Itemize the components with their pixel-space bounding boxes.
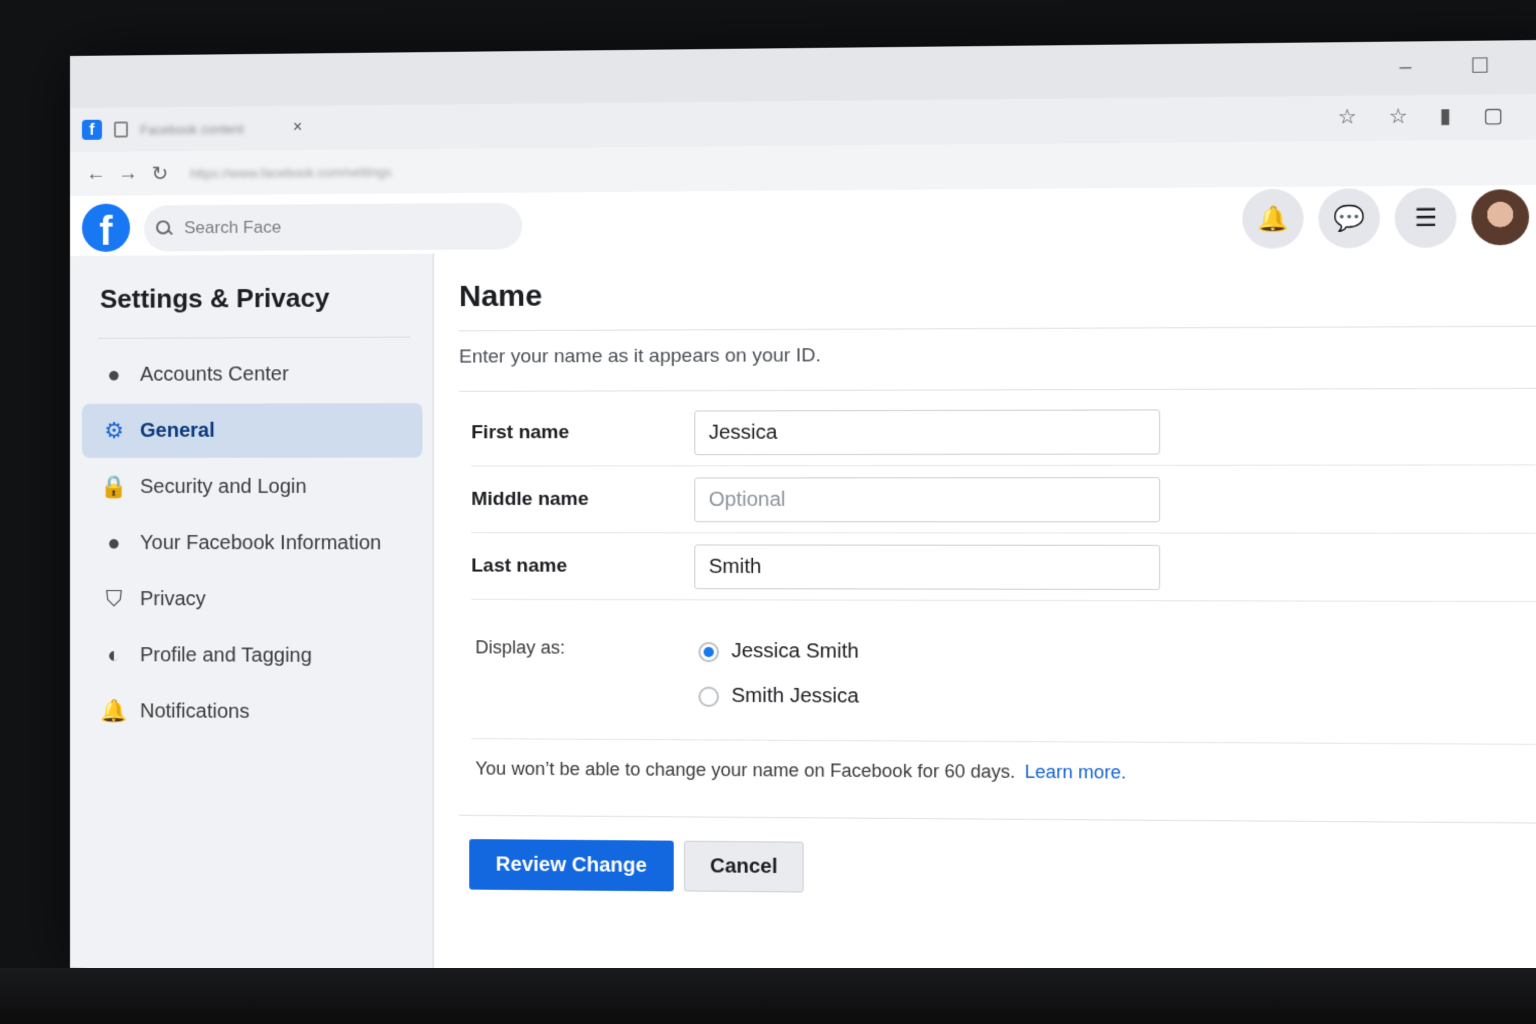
search-box[interactable] bbox=[144, 202, 523, 252]
sidebar-item-label: Profile and Tagging bbox=[140, 643, 312, 667]
settings-sidebar: Settings & Privacy ● Accounts Center ⚙ G… bbox=[70, 253, 434, 972]
display-option-smith-jessica[interactable]: Smith Jessica bbox=[698, 684, 859, 709]
bell-icon: 🔔 bbox=[100, 698, 128, 724]
window-close-button[interactable]: ✕ bbox=[1531, 50, 1536, 81]
sidebar-item-label: Security and Login bbox=[140, 475, 307, 498]
facebook-favicon-icon: f bbox=[81, 119, 102, 140]
forward-icon[interactable]: → bbox=[112, 162, 144, 185]
sidebar-item-label: Accounts Center bbox=[140, 362, 289, 386]
name-settings-panel: Name Enter your name as it appears on yo… bbox=[434, 246, 1536, 985]
back-icon[interactable]: ← bbox=[80, 162, 112, 185]
last-name-input[interactable] bbox=[694, 544, 1161, 590]
middle-name-row: Middle name bbox=[471, 466, 1536, 534]
display-option-label: Smith Jessica bbox=[731, 684, 859, 708]
star-icon[interactable]: ☆ bbox=[1389, 103, 1408, 129]
display-option-label: Jessica Smith bbox=[731, 639, 859, 663]
sidebar-item-general[interactable]: ⚙ General bbox=[81, 403, 423, 458]
radio-selected[interactable] bbox=[698, 641, 720, 662]
facebook-logo-icon[interactable]: f bbox=[81, 203, 131, 252]
divider bbox=[459, 387, 1536, 392]
sidebar-item-privacy[interactable]: ⛉ Privacy bbox=[82, 572, 422, 627]
middle-name-input[interactable] bbox=[694, 477, 1161, 523]
maximize-button[interactable]: ☐ bbox=[1459, 51, 1502, 82]
browser-window: – ☐ ✕ f Facebook content × ☆ ☆ ▮ ▢ ⋮ ← →… bbox=[70, 39, 1536, 985]
divider bbox=[97, 336, 411, 339]
first-name-row: First name bbox=[471, 398, 1536, 467]
page-title: Name bbox=[459, 279, 543, 314]
first-name-input[interactable] bbox=[694, 409, 1161, 456]
cancel-button[interactable]: Cancel bbox=[684, 840, 804, 893]
page-subtitle: Enter your name as it appears on your ID… bbox=[459, 345, 821, 368]
account-icon: ● bbox=[107, 530, 121, 556]
review-change-button[interactable]: Review Change bbox=[469, 839, 674, 892]
display-as-row: Display as: Jessica Smith Smith Jessica bbox=[471, 619, 1536, 745]
name-change-notice: You won’t be able to change your name on… bbox=[475, 758, 1126, 783]
avatar[interactable] bbox=[1471, 189, 1530, 246]
menu-icon[interactable]: ☰ bbox=[1394, 187, 1457, 248]
sidebar-title: Settings & Privacy bbox=[99, 282, 330, 314]
reload-icon[interactable]: ↻ bbox=[144, 161, 176, 186]
messenger-icon[interactable]: 💬 bbox=[1318, 188, 1381, 249]
sidebar-item-notifications[interactable]: 🔔 Notifications bbox=[82, 684, 422, 740]
sidebar-item-profile-and-tagging[interactable]: ◐ Profile and Tagging bbox=[82, 628, 422, 683]
facebook-header: f 🔔 💬 ☰ ▼ bbox=[70, 184, 1536, 257]
bookmark-icon[interactable]: ▮ bbox=[1440, 103, 1452, 129]
sidebar-item-accounts-center[interactable]: ● Accounts Center bbox=[82, 347, 422, 402]
screen-bezel bbox=[0, 968, 1536, 1024]
tab-title[interactable]: Facebook content bbox=[140, 121, 251, 137]
first-name-label: First name bbox=[471, 421, 570, 444]
window-icon[interactable]: ▢ bbox=[1483, 102, 1503, 128]
minimize-button[interactable]: – bbox=[1384, 52, 1427, 83]
sidebar-item-label: General bbox=[140, 419, 215, 442]
radio-unselected[interactable] bbox=[698, 686, 720, 707]
profile-tag-icon: ◐ bbox=[107, 642, 121, 668]
learn-more-link[interactable]: Learn more. bbox=[1025, 762, 1127, 783]
lock-icon: 🔒 bbox=[100, 473, 128, 499]
sidebar-item-label: Privacy bbox=[140, 587, 206, 610]
sidebar-item-security-and-login[interactable]: 🔒 Security and Login bbox=[82, 460, 422, 514]
divider bbox=[459, 325, 1536, 332]
shield-icon: ⛉ bbox=[105, 586, 123, 612]
last-name-label: Last name bbox=[471, 555, 568, 577]
search-icon bbox=[156, 220, 172, 236]
bell-icon[interactable]: 🔔 bbox=[1242, 188, 1304, 249]
display-option-jessica-smith[interactable]: Jessica Smith bbox=[698, 639, 859, 664]
star-icon[interactable]: ☆ bbox=[1338, 104, 1357, 130]
gear-icon: ⚙ bbox=[104, 417, 124, 443]
account-icon: ● bbox=[107, 361, 121, 387]
last-name-row: Last name bbox=[471, 534, 1536, 603]
tab-close-icon[interactable]: × bbox=[293, 119, 302, 137]
sidebar-item-label: Notifications bbox=[140, 699, 250, 723]
sidebar-item-your-facebook-information[interactable]: ● Your Facebook Information bbox=[82, 516, 422, 570]
sidebar-item-label: Your Facebook Information bbox=[140, 531, 382, 554]
url-field[interactable]: https://www.facebook.com/settings bbox=[190, 164, 391, 181]
middle-name-label: Middle name bbox=[471, 488, 589, 510]
search-input[interactable] bbox=[182, 215, 490, 240]
divider bbox=[459, 814, 1536, 824]
notice-text: You won’t be able to change your name on… bbox=[475, 758, 1016, 782]
display-as-label: Display as: bbox=[475, 637, 566, 658]
document-icon bbox=[113, 121, 129, 138]
